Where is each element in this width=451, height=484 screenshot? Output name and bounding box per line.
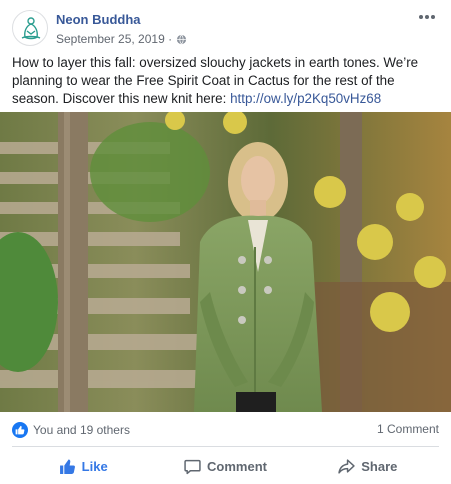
actions-divider: [12, 446, 439, 447]
like-label: Like: [81, 458, 108, 474]
like-button[interactable]: Like: [12, 452, 154, 480]
like-reaction-icon: [12, 422, 28, 438]
globe-icon[interactable]: [176, 34, 187, 45]
comment-bubble-icon: [184, 459, 201, 474]
page-avatar[interactable]: [12, 10, 48, 46]
reactions-text: You and 19 others: [33, 423, 130, 437]
comments-count[interactable]: 1 Comment: [377, 422, 439, 436]
post-header: Neon Buddha September 25, 2019 ·: [12, 10, 439, 50]
comment-button[interactable]: Comment: [154, 452, 296, 480]
thumbs-up-icon: [59, 458, 75, 474]
post-message: How to layer this fall: oversized slouch…: [12, 54, 442, 108]
post-meta: September 25, 2019 ·: [56, 32, 187, 46]
post-card: Neon Buddha September 25, 2019 · How to …: [0, 0, 451, 484]
share-label: Share: [361, 458, 398, 474]
reactions-summary[interactable]: You and 19 others: [12, 422, 130, 438]
share-arrow-icon: [338, 458, 355, 474]
post-stats: You and 19 others 1 Comment: [12, 420, 439, 440]
post-actions: Like Comment Share: [12, 452, 439, 480]
post-photo[interactable]: [0, 112, 451, 412]
buddha-logo-icon: [21, 17, 41, 40]
page-name-link[interactable]: Neon Buddha: [56, 12, 141, 27]
post-link[interactable]: http://ow.ly/p2Kq50vHz68: [230, 91, 381, 106]
model-in-green-coat-photo: [0, 112, 451, 412]
post-date[interactable]: September 25, 2019 ·: [56, 32, 172, 46]
more-options-icon[interactable]: [417, 10, 437, 24]
share-button[interactable]: Share: [297, 452, 439, 480]
comment-label: Comment: [207, 458, 267, 474]
